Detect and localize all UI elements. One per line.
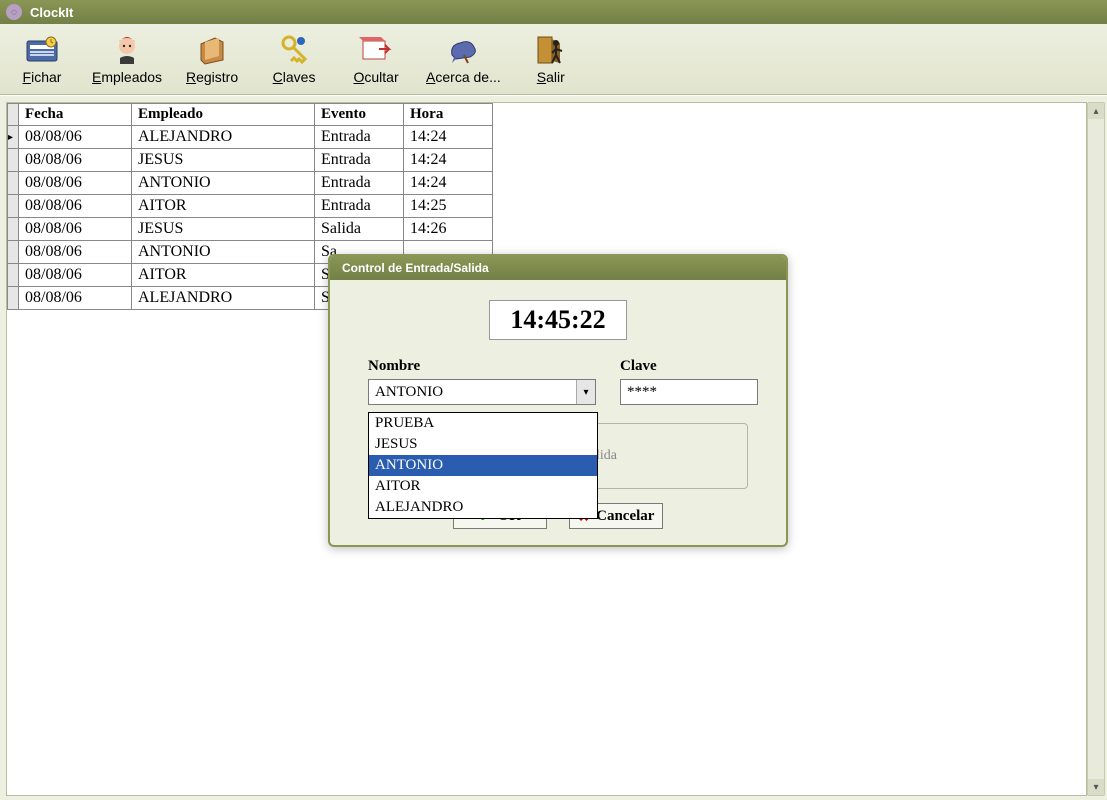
- cell-hora[interactable]: 14:24: [404, 172, 493, 195]
- row-marker: [8, 218, 19, 241]
- cell-evento[interactable]: Salida: [315, 218, 404, 241]
- row-marker: [8, 149, 19, 172]
- cell-evento[interactable]: Entrada: [315, 195, 404, 218]
- dropdown-option[interactable]: AITOR: [369, 476, 597, 497]
- toolbar-label: Ocultar: [353, 69, 398, 85]
- hide-icon: [359, 33, 393, 67]
- toolbar-empleados[interactable]: Empleados: [92, 33, 162, 85]
- title-bar: ◌ ClockIt: [0, 0, 1107, 24]
- scroll-down-icon[interactable]: ▾: [1088, 779, 1104, 795]
- clave-input[interactable]: ****: [620, 379, 758, 405]
- toolbar-salir[interactable]: Salir: [519, 33, 583, 85]
- cell-evento[interactable]: Entrada: [315, 172, 404, 195]
- toolbar-label: Registro: [186, 69, 238, 85]
- toolbar-label: Salir: [537, 69, 565, 85]
- row-marker: ▸: [8, 126, 19, 149]
- app-icon: ◌: [6, 4, 22, 20]
- table-row[interactable]: 08/08/06ANTONIOEntrada14:24: [8, 172, 493, 195]
- nombre-dropdown[interactable]: PRUEBAJESUSANTONIOAITORALEJANDRO: [368, 412, 598, 519]
- exit-icon: [534, 33, 568, 67]
- cell-fecha[interactable]: 08/08/06: [19, 172, 132, 195]
- cell-fecha[interactable]: 08/08/06: [19, 149, 132, 172]
- window-title: ClockIt: [30, 5, 73, 20]
- cell-evento[interactable]: Entrada: [315, 149, 404, 172]
- toolbar-label: Acerca de...: [426, 69, 501, 85]
- nombre-value: ANTONIO: [369, 384, 576, 401]
- cell-empleado[interactable]: JESUS: [132, 218, 315, 241]
- cell-fecha[interactable]: 08/08/06: [19, 218, 132, 241]
- table-row[interactable]: 08/08/06JESUSSalida14:26: [8, 218, 493, 241]
- toolbar-claves[interactable]: Claves: [262, 33, 326, 85]
- toolbar: Fichar Empleados Registro: [0, 24, 1107, 95]
- toolbar-acerca[interactable]: Acerca de...: [426, 33, 501, 85]
- row-marker: [8, 172, 19, 195]
- dropdown-option[interactable]: PRUEBA: [369, 413, 597, 434]
- clock-display: 14:45:22: [489, 300, 627, 340]
- cell-hora[interactable]: 14:24: [404, 149, 493, 172]
- row-marker: [8, 241, 19, 264]
- cell-hora[interactable]: 14:24: [404, 126, 493, 149]
- employees-icon: [110, 33, 144, 67]
- registry-icon: [195, 33, 229, 67]
- cell-hora[interactable]: 14:25: [404, 195, 493, 218]
- cell-fecha[interactable]: 08/08/06: [19, 241, 132, 264]
- chevron-down-icon[interactable]: ▾: [576, 380, 595, 404]
- cell-empleado[interactable]: ANTONIO: [132, 172, 315, 195]
- dropdown-option[interactable]: ANTONIO: [369, 455, 597, 476]
- cell-empleado[interactable]: ALEJANDRO: [132, 287, 315, 310]
- clave-value: ****: [627, 384, 657, 401]
- nombre-combo[interactable]: ANTONIO ▾: [368, 379, 596, 405]
- cell-fecha[interactable]: 08/08/06: [19, 195, 132, 218]
- col-empleado[interactable]: Empleado: [132, 104, 315, 126]
- cell-fecha[interactable]: 08/08/06: [19, 126, 132, 149]
- clock-dialog: Control de Entrada/Salida 14:45:22 Nombr…: [328, 254, 788, 547]
- cancel-label: Cancelar: [596, 508, 654, 525]
- toolbar-fichar[interactable]: Fichar: [10, 33, 74, 85]
- toolbar-label: Claves: [273, 69, 316, 85]
- cell-fecha[interactable]: 08/08/06: [19, 287, 132, 310]
- toolbar-label: Empleados: [92, 69, 162, 85]
- keys-icon: [277, 33, 311, 67]
- dropdown-option[interactable]: ALEJANDRO: [369, 497, 597, 518]
- cell-empleado[interactable]: AITOR: [132, 195, 315, 218]
- cell-empleado[interactable]: ANTONIO: [132, 241, 315, 264]
- table-row[interactable]: 08/08/06JESUSEntrada14:24: [8, 149, 493, 172]
- time-card-icon: [25, 33, 59, 67]
- scroll-up-icon[interactable]: ▴: [1088, 103, 1104, 119]
- table-row[interactable]: ▸08/08/06ALEJANDROEntrada14:24: [8, 126, 493, 149]
- cell-empleado[interactable]: AITOR: [132, 264, 315, 287]
- dialog-title[interactable]: Control de Entrada/Salida: [330, 256, 786, 280]
- col-evento[interactable]: Evento: [315, 104, 404, 126]
- col-hora[interactable]: Hora: [404, 104, 493, 126]
- row-marker: [8, 264, 19, 287]
- clave-label: Clave: [620, 358, 758, 375]
- toolbar-ocultar[interactable]: Ocultar: [344, 33, 408, 85]
- toolbar-registro[interactable]: Registro: [180, 33, 244, 85]
- hidden-action-text: lida: [596, 448, 617, 464]
- cell-empleado[interactable]: JESUS: [132, 149, 315, 172]
- dropdown-option[interactable]: JESUS: [369, 434, 597, 455]
- cell-evento[interactable]: Entrada: [315, 126, 404, 149]
- row-marker: [8, 287, 19, 310]
- row-marker-header: [8, 104, 19, 126]
- cell-hora[interactable]: 14:26: [404, 218, 493, 241]
- about-icon: [446, 33, 480, 67]
- vertical-scrollbar[interactable]: ▴ ▾: [1087, 102, 1105, 796]
- nombre-label: Nombre: [368, 358, 596, 375]
- col-fecha[interactable]: Fecha: [19, 104, 132, 126]
- toolbar-label: Fichar: [23, 69, 62, 85]
- cell-empleado[interactable]: ALEJANDRO: [132, 126, 315, 149]
- row-marker: [8, 195, 19, 218]
- table-row[interactable]: 08/08/06AITOREntrada14:25: [8, 195, 493, 218]
- cell-fecha[interactable]: 08/08/06: [19, 264, 132, 287]
